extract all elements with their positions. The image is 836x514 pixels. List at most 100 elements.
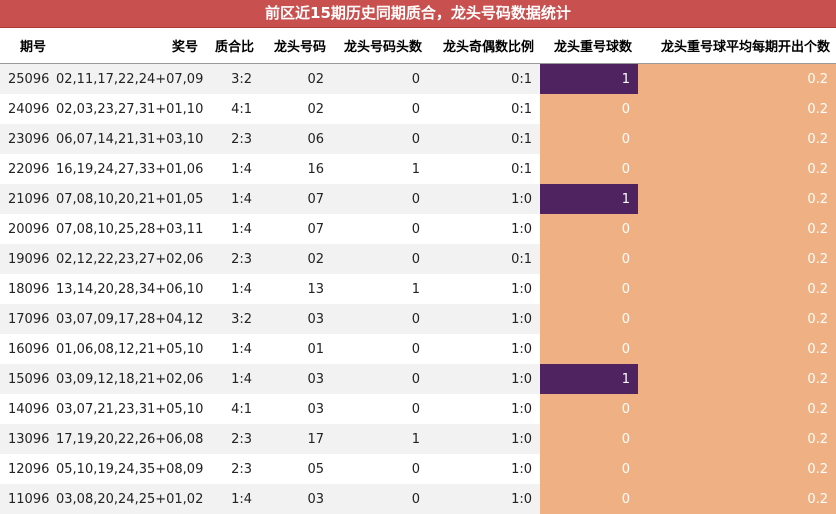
table-row: 1209605,10,19,24,35+08,092:30501:000.2 [0,454,836,484]
cell-numbers: 02,12,22,23,27+02,06 [56,244,204,274]
cell-lead-tens: 0 [332,124,428,154]
cell-lead-repeat: 0 [540,454,638,484]
cell-lead-repeat-avg: 0.2 [638,274,836,304]
cell-lead-repeat-avg: 0.2 [638,214,836,244]
cell-lead-tens: 1 [332,424,428,454]
cell-lead-number: 01 [260,334,332,364]
cell-lead-repeat-avg: 0.2 [638,304,836,334]
header-lead-tens: 龙头号码头数 [332,28,428,64]
cell-lead-parity: 0:1 [428,244,540,274]
header-numbers: 奖号 [56,28,204,64]
cell-lead-repeat-avg: 0.2 [638,64,836,95]
table-row: 2509602,11,17,22,24+07,093:20200:110.2 [0,64,836,95]
cell-lead-repeat-avg: 0.2 [638,394,836,424]
cell-prime-ratio: 1:4 [204,484,260,514]
cell-lead-repeat-avg: 0.2 [638,184,836,214]
cell-lead-repeat-avg: 0.2 [638,454,836,484]
cell-lead-parity: 0:1 [428,94,540,124]
table-body: 2509602,11,17,22,24+07,093:20200:110.224… [0,64,836,514]
header-lead-parity: 龙头奇偶数比例 [428,28,540,64]
header-prime-ratio: 质合比 [204,28,260,64]
cell-issue: 12096 [0,454,56,484]
cell-lead-number: 03 [260,484,332,514]
cell-issue: 25096 [0,64,56,95]
cell-issue: 18096 [0,274,56,304]
cell-lead-number: 03 [260,364,332,394]
header-lead-repeat: 龙头重号球数 [540,28,638,64]
cell-prime-ratio: 3:2 [204,304,260,334]
cell-numbers: 03,07,09,17,28+04,12 [56,304,204,334]
table-row: 2009607,08,10,25,28+03,111:40701:000.2 [0,214,836,244]
cell-lead-parity: 1:0 [428,394,540,424]
cell-lead-repeat-avg: 0.2 [638,124,836,154]
cell-lead-number: 05 [260,454,332,484]
cell-issue: 11096 [0,484,56,514]
cell-lead-repeat: 0 [540,124,638,154]
cell-lead-tens: 0 [332,64,428,95]
cell-issue: 23096 [0,124,56,154]
cell-prime-ratio: 1:4 [204,364,260,394]
cell-lead-repeat: 0 [540,334,638,364]
cell-lead-repeat-avg: 0.2 [638,94,836,124]
cell-numbers: 07,08,10,20,21+01,05 [56,184,204,214]
header-row: 期号 奖号 质合比 龙头号码 龙头号码头数 龙头奇偶数比例 龙头重号球数 龙头重… [0,28,836,64]
cell-lead-repeat: 0 [540,424,638,454]
cell-issue: 16096 [0,334,56,364]
cell-lead-repeat: 0 [540,274,638,304]
cell-issue: 19096 [0,244,56,274]
cell-prime-ratio: 2:3 [204,124,260,154]
cell-prime-ratio: 1:4 [204,184,260,214]
cell-prime-ratio: 2:3 [204,244,260,274]
cell-lead-repeat: 0 [540,154,638,184]
table-row: 2409602,03,23,27,31+01,104:10200:100.2 [0,94,836,124]
table-title: 前区近15期历史同期质合，龙头号码数据统计 [0,0,836,28]
cell-lead-tens: 0 [332,184,428,214]
table-row: 1609601,06,08,12,21+05,101:40101:000.2 [0,334,836,364]
cell-lead-tens: 0 [332,214,428,244]
table-row: 1809613,14,20,28,34+06,101:41311:000.2 [0,274,836,304]
table-row: 2209616,19,24,27,33+01,061:41610:100.2 [0,154,836,184]
table-row: 2109607,08,10,20,21+01,051:40701:010.2 [0,184,836,214]
cell-numbers: 07,08,10,25,28+03,11 [56,214,204,244]
table-row: 1409603,07,21,23,31+05,104:10301:000.2 [0,394,836,424]
cell-numbers: 01,06,08,12,21+05,10 [56,334,204,364]
cell-lead-parity: 1:0 [428,364,540,394]
header-lead-number: 龙头号码 [260,28,332,64]
cell-lead-tens: 1 [332,154,428,184]
cell-lead-tens: 0 [332,484,428,514]
table-row: 1909602,12,22,23,27+02,062:30200:100.2 [0,244,836,274]
cell-lead-repeat: 1 [540,364,638,394]
cell-numbers: 17,19,20,22,26+06,08 [56,424,204,454]
cell-numbers: 03,09,12,18,21+02,06 [56,364,204,394]
cell-lead-number: 03 [260,304,332,334]
cell-lead-number: 03 [260,394,332,424]
cell-prime-ratio: 1:4 [204,334,260,364]
cell-lead-parity: 0:1 [428,154,540,184]
cell-lead-tens: 0 [332,334,428,364]
cell-lead-repeat: 0 [540,484,638,514]
cell-lead-number: 16 [260,154,332,184]
cell-issue: 15096 [0,364,56,394]
table-row: 1509603,09,12,18,21+02,061:40301:010.2 [0,364,836,394]
cell-prime-ratio: 2:3 [204,424,260,454]
header-lead-repeat-avg: 龙头重号球平均每期开出个数 [638,28,836,64]
cell-lead-tens: 0 [332,94,428,124]
cell-lead-parity: 1:0 [428,334,540,364]
cell-lead-number: 02 [260,244,332,274]
cell-lead-number: 07 [260,184,332,214]
cell-numbers: 02,11,17,22,24+07,09 [56,64,204,95]
cell-lead-parity: 1:0 [428,484,540,514]
cell-lead-repeat: 1 [540,184,638,214]
cell-lead-tens: 0 [332,244,428,274]
cell-lead-parity: 0:1 [428,124,540,154]
cell-lead-number: 02 [260,94,332,124]
cell-lead-number: 17 [260,424,332,454]
cell-lead-number: 06 [260,124,332,154]
cell-lead-parity: 1:0 [428,184,540,214]
cell-issue: 24096 [0,94,56,124]
cell-lead-tens: 0 [332,394,428,424]
cell-lead-parity: 1:0 [428,274,540,304]
cell-prime-ratio: 2:3 [204,454,260,484]
cell-lead-repeat-avg: 0.2 [638,424,836,454]
table-row: 2309606,07,14,21,31+03,102:30600:100.2 [0,124,836,154]
